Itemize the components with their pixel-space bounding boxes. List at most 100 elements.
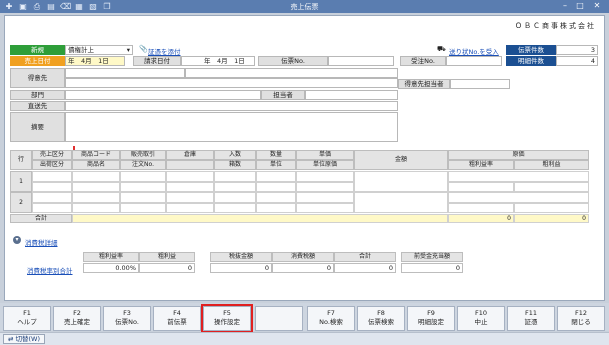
grid-cell[interactable] xyxy=(32,181,72,192)
fkey-label: 明細設定 xyxy=(418,318,444,326)
fkey-label: 操作設定 xyxy=(214,318,240,326)
grid-cell[interactable] xyxy=(72,202,120,213)
grid-cell[interactable] xyxy=(256,192,296,203)
grid-cell[interactable] xyxy=(448,171,589,182)
grid-cell[interactable] xyxy=(166,171,214,182)
shipping-link[interactable]: 送り状No.を受入 xyxy=(449,46,499,56)
customer-label: 得意先 xyxy=(10,68,65,88)
grid-row-header: 行 xyxy=(10,150,32,170)
customer-code-field[interactable] xyxy=(65,68,185,78)
dept-field[interactable] xyxy=(65,90,261,100)
switch-button[interactable]: ⇄ 切替(W) xyxy=(3,334,46,344)
fkey-label: 売上確定 xyxy=(64,318,90,326)
detail-count-value: 4 xyxy=(556,56,598,66)
function-key-bar: F1 ヘルプ F2 売上確定 F3 伝票No. F4 前伝票 F5 操作設定 F7 No.検索 F8 伝票… xyxy=(0,303,609,333)
fkey-f5[interactable]: F5 操作設定 xyxy=(201,304,253,333)
grid-cell[interactable] xyxy=(120,192,166,203)
grid-cell[interactable] xyxy=(72,181,120,192)
grid-header-top: 倉庫 xyxy=(166,150,214,160)
billing-date-field[interactable]: 年 4月 1日 xyxy=(181,56,255,66)
ship-to-field[interactable] xyxy=(65,101,398,111)
slip-no-field[interactable] xyxy=(328,56,394,66)
fkey-code: F10 xyxy=(474,309,487,317)
fkey-f2[interactable]: F2 売上確定 xyxy=(53,306,101,331)
tax-header: 合計 xyxy=(334,252,396,262)
company-name: ＯＢＣ商事株式会社 xyxy=(515,22,596,30)
grid-header-bottom xyxy=(166,160,214,170)
fkey-f8[interactable]: F8 伝票検索 xyxy=(357,306,405,331)
grid-total-cost: 0 xyxy=(448,214,514,223)
tax-value: 0 xyxy=(139,263,195,273)
grid-cell[interactable] xyxy=(256,202,296,213)
credit-select[interactable]: 債権計上 ▾ xyxy=(65,45,133,55)
grid-cell[interactable] xyxy=(514,181,589,192)
fkey-f7[interactable]: F7 No.検索 xyxy=(307,306,355,331)
minimize-icon[interactable]: – xyxy=(560,1,570,11)
grid-cell[interactable] xyxy=(296,171,354,182)
grid-cell[interactable] xyxy=(354,171,448,192)
grid-cell[interactable] xyxy=(166,181,214,192)
grid-cell[interactable] xyxy=(32,192,72,203)
window-title: 売上伝票 xyxy=(290,3,319,11)
customer-address-field[interactable] xyxy=(65,78,398,88)
tax-by-rate-link[interactable]: 消費税率別合計 xyxy=(27,265,73,275)
fkey-label: 伝票検索 xyxy=(368,318,394,326)
memo-field[interactable] xyxy=(65,112,398,142)
grid-cell[interactable] xyxy=(296,192,354,203)
maximize-icon[interactable]: □ xyxy=(575,1,585,11)
fkey-f12[interactable]: F12 閉じる xyxy=(557,306,605,331)
grid-cell[interactable] xyxy=(120,171,166,182)
grid-cell[interactable] xyxy=(120,202,166,213)
tax-header: 前受金充当額 xyxy=(401,252,463,262)
grid-cell[interactable] xyxy=(32,171,72,182)
fkey-f4[interactable]: F4 前伝票 xyxy=(153,306,201,331)
order-no-field[interactable] xyxy=(446,56,502,66)
grid-cell[interactable] xyxy=(448,202,514,213)
grid-cell[interactable] xyxy=(448,181,514,192)
fkey-label: ヘルプ xyxy=(17,318,37,326)
tax-value: 0 xyxy=(401,263,463,273)
grid-cell[interactable] xyxy=(256,171,296,182)
grid-cell[interactable] xyxy=(32,202,72,213)
tax-header: 税抜金額 xyxy=(210,252,272,262)
grid-total-label: 合計 xyxy=(10,214,72,223)
grid-cell[interactable] xyxy=(354,192,448,213)
fkey-code: F12 xyxy=(574,309,587,317)
close-icon[interactable]: ✕ xyxy=(592,1,602,11)
customer-rep-field[interactable] xyxy=(450,79,510,89)
grid-cell[interactable] xyxy=(214,192,256,203)
evidence-link[interactable]: 証憑を添付 xyxy=(148,46,181,56)
grid-cell[interactable] xyxy=(166,192,214,203)
grid-cell[interactable] xyxy=(72,192,120,203)
customer-name-field[interactable] xyxy=(185,68,398,78)
dept-label: 部門 xyxy=(10,90,65,100)
chevron-down-icon[interactable]: ▾ xyxy=(13,236,21,244)
grid-cell[interactable] xyxy=(296,181,354,192)
grid-header-top: 商品コード xyxy=(72,150,120,160)
grid-cell[interactable] xyxy=(214,171,256,182)
tax-detail-link[interactable]: 消費税詳細 xyxy=(25,237,58,247)
fkey-f10[interactable]: F10 中止 xyxy=(457,306,505,331)
grid-cell[interactable] xyxy=(214,202,256,213)
grid-cell[interactable] xyxy=(514,202,589,213)
grid-cell[interactable] xyxy=(214,181,256,192)
fkey-f11[interactable]: F11 証憑 xyxy=(507,306,555,331)
grid-total-amount: 0 xyxy=(514,214,589,223)
fkey-f1[interactable]: F1 ヘルプ xyxy=(3,306,51,331)
grid-cell[interactable] xyxy=(448,192,589,203)
grid-header-bottom: 単位 xyxy=(256,160,296,170)
truck-icon: ⛟ xyxy=(437,45,446,53)
grid-cell[interactable] xyxy=(166,202,214,213)
grid-cell[interactable] xyxy=(120,181,166,192)
fkey-f9[interactable]: F9 明細設定 xyxy=(407,306,455,331)
fkey-code: F8 xyxy=(377,309,385,317)
rep-field[interactable] xyxy=(305,90,398,100)
fkey-f3[interactable]: F3 伝票No. xyxy=(103,306,151,331)
attach-icon: 📎 xyxy=(139,45,148,53)
sales-date-field[interactable]: 年 4月 1日 xyxy=(65,56,125,66)
grid-cell[interactable] xyxy=(256,181,296,192)
new-badge: 新規 xyxy=(10,45,65,55)
grid-cell[interactable] xyxy=(72,171,120,182)
grid-cell[interactable] xyxy=(296,202,354,213)
fkey-code: F2 xyxy=(73,309,81,317)
